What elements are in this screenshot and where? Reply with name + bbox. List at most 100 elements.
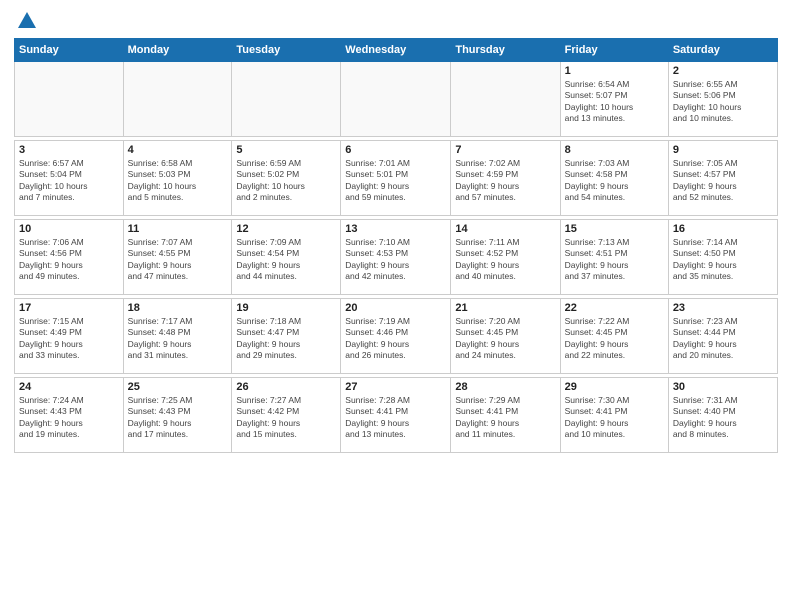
day-number: 18 [128, 302, 228, 314]
calendar-week-3: 17Sunrise: 7:15 AMSunset: 4:49 PMDayligh… [15, 299, 778, 374]
calendar-cell: 7 Sunrise: 7:02 AMSunset: 4:59 PMDaylight… [451, 141, 560, 216]
calendar-cell: 25Sunrise: 7:25 AMSunset: 4:43 PMDayligh… [123, 378, 232, 453]
day-number: 4 [128, 144, 228, 156]
calendar-cell: 24 Sunrise: 7:24 AMSunset: 4:43 PMDayligh… [15, 378, 124, 453]
calendar-cell [451, 62, 560, 137]
day-info: Sunrise: 7:11 AMSunset: 4:52 PMDaylight:… [455, 237, 555, 283]
calendar-header-tuesday: Tuesday [232, 39, 341, 62]
calendar-cell [15, 62, 124, 137]
day-number: 11 [128, 223, 228, 235]
day-number: 3 [19, 144, 119, 156]
day-number: 26 [236, 381, 336, 393]
day-info: Sunrise: 7:30 AMSunset: 4:41 PMDaylight:… [565, 395, 664, 441]
calendar-week-0: 1Sunrise: 6:54 AMSunset: 5:07 PMDaylight… [15, 62, 778, 137]
day-number: 25 [128, 381, 228, 393]
day-number: 29 [565, 381, 664, 393]
day-number: 24 [19, 381, 119, 393]
calendar-week-1: 3 Sunrise: 6:57 AMSunset: 5:04 PMDaylight… [15, 141, 778, 216]
day-number: 14 [455, 223, 555, 235]
calendar-cell: 6Sunrise: 7:01 AMSunset: 5:01 PMDaylight… [341, 141, 451, 216]
calendar-cell: 29 Sunrise: 7:30 AMSunset: 4:41 PMDayligh… [560, 378, 668, 453]
day-number: 20 [345, 302, 446, 314]
calendar-week-2: 10Sunrise: 7:06 AMSunset: 4:56 PMDayligh… [15, 220, 778, 295]
day-number: 9 [673, 144, 773, 156]
calendar-cell: 18 Sunrise: 7:17 AMSunset: 4:48 PMDayligh… [123, 299, 232, 374]
day-info: Sunrise: 6:59 AMSunset: 5:02 PMDaylight:… [236, 158, 336, 204]
day-number: 8 [565, 144, 664, 156]
day-info: Sunrise: 7:29 AMSunset: 4:41 PMDaylight:… [455, 395, 555, 441]
calendar-cell: 3 Sunrise: 6:57 AMSunset: 5:04 PMDaylight… [15, 141, 124, 216]
calendar-cell: 2 Sunrise: 6:55 AMSunset: 5:06 PMDaylight… [668, 62, 777, 137]
calendar-week-4: 24 Sunrise: 7:24 AMSunset: 4:43 PMDayligh… [15, 378, 778, 453]
logo [14, 10, 38, 32]
day-number: 28 [455, 381, 555, 393]
day-info: Sunrise: 7:31 AMSunset: 4:40 PMDaylight:… [673, 395, 773, 441]
calendar-cell: 23 Sunrise: 7:23 AMSunset: 4:44 PMDayligh… [668, 299, 777, 374]
day-info: Sunrise: 7:23 AMSunset: 4:44 PMDaylight:… [673, 316, 773, 362]
day-number: 1 [565, 65, 664, 77]
day-info: Sunrise: 7:01 AMSunset: 5:01 PMDaylight:… [345, 158, 446, 204]
day-number: 22 [565, 302, 664, 314]
day-info: Sunrise: 7:14 AMSunset: 4:50 PMDaylight:… [673, 237, 773, 283]
calendar-cell: 17Sunrise: 7:15 AMSunset: 4:49 PMDayligh… [15, 299, 124, 374]
day-info: Sunrise: 7:02 AMSunset: 4:59 PMDaylight:… [455, 158, 555, 204]
day-number: 2 [673, 65, 773, 77]
day-number: 16 [673, 223, 773, 235]
calendar-cell: 30 Sunrise: 7:31 AMSunset: 4:40 PMDayligh… [668, 378, 777, 453]
calendar-header-wednesday: Wednesday [341, 39, 451, 62]
calendar-header-monday: Monday [123, 39, 232, 62]
calendar-cell [123, 62, 232, 137]
calendar-cell: 12Sunrise: 7:09 AMSunset: 4:54 PMDayligh… [232, 220, 341, 295]
day-info: Sunrise: 7:09 AMSunset: 4:54 PMDaylight:… [236, 237, 336, 283]
calendar-cell: 19 Sunrise: 7:18 AMSunset: 4:47 PMDayligh… [232, 299, 341, 374]
day-number: 17 [19, 302, 119, 314]
calendar-header-saturday: Saturday [668, 39, 777, 62]
day-number: 5 [236, 144, 336, 156]
day-info: Sunrise: 7:06 AMSunset: 4:56 PMDaylight:… [19, 237, 119, 283]
calendar-cell: 13 Sunrise: 7:10 AMSunset: 4:53 PMDayligh… [341, 220, 451, 295]
day-info: Sunrise: 7:28 AMSunset: 4:41 PMDaylight:… [345, 395, 446, 441]
day-info: Sunrise: 7:17 AMSunset: 4:48 PMDaylight:… [128, 316, 228, 362]
day-number: 7 [455, 144, 555, 156]
calendar-cell: 21 Sunrise: 7:20 AMSunset: 4:45 PMDayligh… [451, 299, 560, 374]
calendar-header-sunday: Sunday [15, 39, 124, 62]
calendar-cell: 16 Sunrise: 7:14 AMSunset: 4:50 PMDayligh… [668, 220, 777, 295]
calendar-cell: 14 Sunrise: 7:11 AMSunset: 4:52 PMDayligh… [451, 220, 560, 295]
calendar-cell: 28 Sunrise: 7:29 AMSunset: 4:41 PMDayligh… [451, 378, 560, 453]
day-info: Sunrise: 7:20 AMSunset: 4:45 PMDaylight:… [455, 316, 555, 362]
calendar-cell: 15Sunrise: 7:13 AMSunset: 4:51 PMDayligh… [560, 220, 668, 295]
day-info: Sunrise: 7:27 AMSunset: 4:42 PMDaylight:… [236, 395, 336, 441]
calendar-cell: 20 Sunrise: 7:19 AMSunset: 4:46 PMDayligh… [341, 299, 451, 374]
calendar-header-friday: Friday [560, 39, 668, 62]
calendar-cell [232, 62, 341, 137]
calendar-cell: 22 Sunrise: 7:22 AMSunset: 4:45 PMDayligh… [560, 299, 668, 374]
day-info: Sunrise: 7:05 AMSunset: 4:57 PMDaylight:… [673, 158, 773, 204]
day-number: 27 [345, 381, 446, 393]
day-info: Sunrise: 7:24 AMSunset: 4:43 PMDaylight:… [19, 395, 119, 441]
calendar-cell: 4 Sunrise: 6:58 AMSunset: 5:03 PMDaylight… [123, 141, 232, 216]
day-info: Sunrise: 7:19 AMSunset: 4:46 PMDaylight:… [345, 316, 446, 362]
day-info: Sunrise: 7:03 AMSunset: 4:58 PMDaylight:… [565, 158, 664, 204]
calendar-cell: 11 Sunrise: 7:07 AMSunset: 4:55 PMDayligh… [123, 220, 232, 295]
calendar-cell: 1Sunrise: 6:54 AMSunset: 5:07 PMDaylight… [560, 62, 668, 137]
day-number: 23 [673, 302, 773, 314]
day-info: Sunrise: 7:07 AMSunset: 4:55 PMDaylight:… [128, 237, 228, 283]
day-info: Sunrise: 6:58 AMSunset: 5:03 PMDaylight:… [128, 158, 228, 204]
day-info: Sunrise: 7:10 AMSunset: 4:53 PMDaylight:… [345, 237, 446, 283]
day-info: Sunrise: 7:18 AMSunset: 4:47 PMDaylight:… [236, 316, 336, 362]
day-number: 30 [673, 381, 773, 393]
calendar-cell: 26 Sunrise: 7:27 AMSunset: 4:42 PMDayligh… [232, 378, 341, 453]
calendar-cell: 5 Sunrise: 6:59 AMSunset: 5:02 PMDaylight… [232, 141, 341, 216]
day-info: Sunrise: 6:55 AMSunset: 5:06 PMDaylight:… [673, 79, 773, 125]
calendar-cell: 27 Sunrise: 7:28 AMSunset: 4:41 PMDayligh… [341, 378, 451, 453]
header [14, 10, 778, 32]
day-info: Sunrise: 7:22 AMSunset: 4:45 PMDaylight:… [565, 316, 664, 362]
calendar-header-row: SundayMondayTuesdayWednesdayThursdayFrid… [15, 39, 778, 62]
page: SundayMondayTuesdayWednesdayThursdayFrid… [0, 0, 792, 612]
day-number: 21 [455, 302, 555, 314]
day-number: 13 [345, 223, 446, 235]
calendar-header-thursday: Thursday [451, 39, 560, 62]
calendar: SundayMondayTuesdayWednesdayThursdayFrid… [14, 38, 778, 453]
day-info: Sunrise: 6:57 AMSunset: 5:04 PMDaylight:… [19, 158, 119, 204]
day-number: 19 [236, 302, 336, 314]
